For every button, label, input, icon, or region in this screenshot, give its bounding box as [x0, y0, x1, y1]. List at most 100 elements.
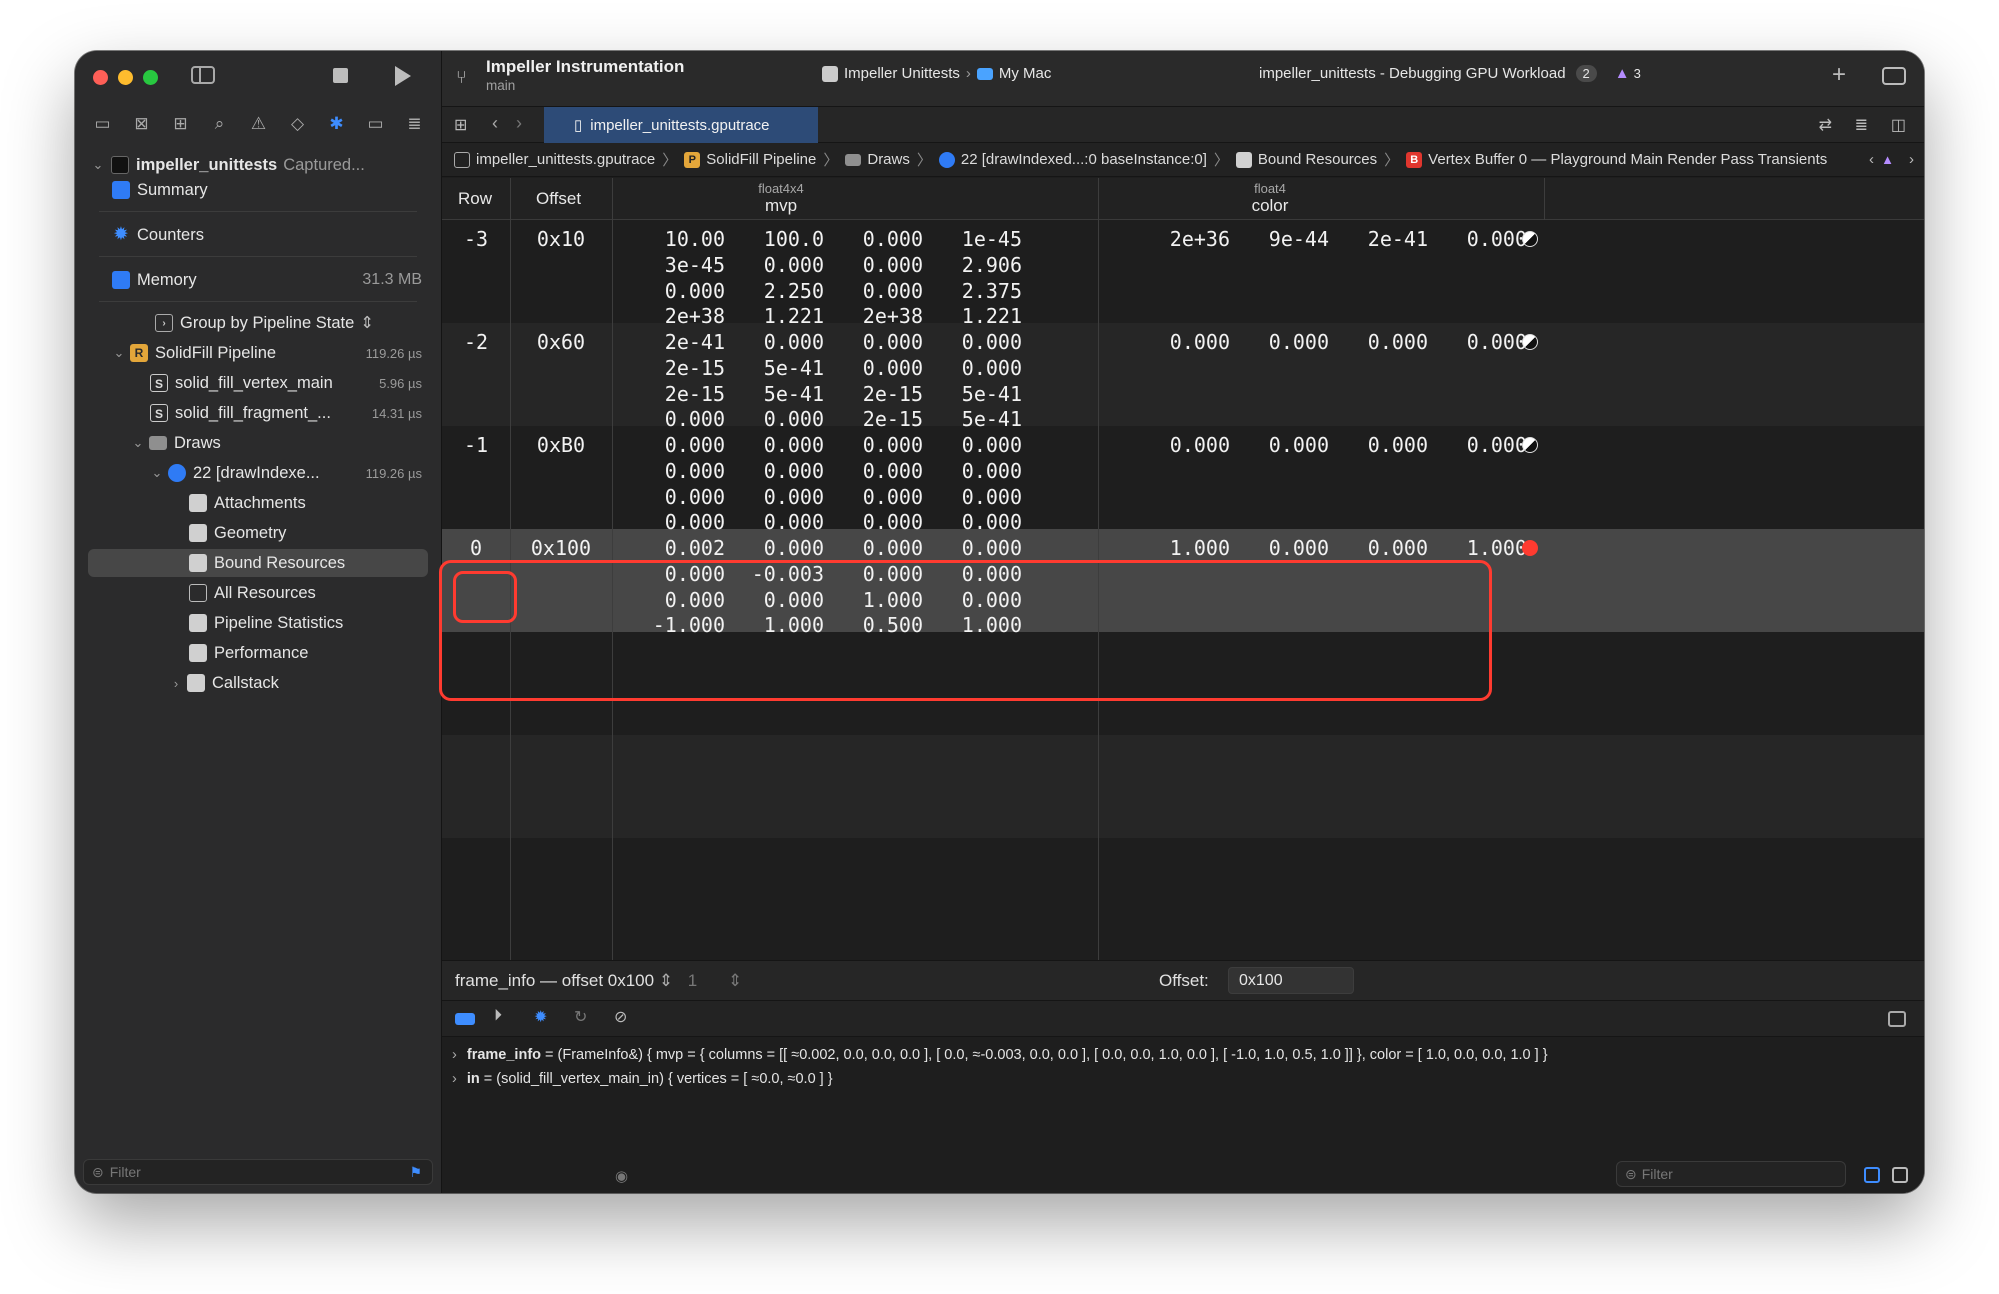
console-toggle-icon[interactable] [1888, 1011, 1906, 1027]
crumb-vertex-buffer[interactable]: B Vertex Buffer 0 — Playground Main Rend… [1406, 151, 1827, 168]
activity-badge[interactable]: 2 [1575, 65, 1597, 82]
chevron-down-icon[interactable]: ⌄ [112, 345, 126, 361]
color-swatch[interactable] [1522, 231, 1538, 247]
tab-gputrace[interactable]: ▯ impeller_unittests.gputrace [544, 107, 818, 143]
navigator-filter[interactable]: ⊜ Filter ⚑ [83, 1159, 433, 1185]
tree-item-attachments[interactable]: Attachments [189, 489, 306, 517]
inspector-toggle-icon[interactable] [1882, 67, 1906, 85]
column-header-offset[interactable]: Offset [536, 178, 581, 220]
scheme-selector[interactable]: Impeller Unittests › My Mac [822, 65, 1051, 82]
tree-item-summary[interactable]: Summary [112, 176, 208, 204]
tree-item-callstack[interactable]: › Callstack [169, 669, 279, 697]
back-icon[interactable]: ‹ [492, 113, 498, 134]
column-header-row[interactable]: Row [458, 178, 492, 220]
mvp-cell: 0.000 [862, 278, 923, 303]
tree-item-label: 22 [drawIndexe... [193, 463, 320, 482]
navigate-icon[interactable]: ⊘ [614, 1007, 627, 1027]
crumb-draw-call[interactable]: 22 [drawIndexed...:0 baseInstance:0] 〉 [938, 149, 1236, 170]
mvp-cell: 0.000 [862, 252, 923, 277]
test-icon[interactable]: ◇ [287, 114, 309, 134]
color-swatch[interactable] [1522, 334, 1538, 350]
chevron-down-icon[interactable]: ⌄ [91, 157, 105, 173]
report-icon[interactable]: ≣ [404, 114, 426, 134]
eye-icon[interactable]: ◉ [615, 1167, 628, 1185]
warning-icon[interactable]: ▲ [1881, 152, 1894, 167]
xcode-window: ▭ ⊠ ⊞ ⌕ ⚠ ◇ ✱ ▭ ≣ ⌄ impeller_unittests C… [75, 51, 1924, 1193]
swap-icon[interactable]: ⇄ [1819, 115, 1832, 135]
right-pane-icon[interactable] [1892, 1167, 1908, 1183]
minimize-window-button[interactable] [118, 70, 133, 85]
stop-icon[interactable] [333, 68, 348, 83]
attachments-icon [189, 494, 207, 512]
column-header-color[interactable]: float4 color [1048, 178, 1492, 220]
sidebar-toggle-icon[interactable] [191, 66, 215, 84]
flag-icon[interactable]: ⚑ [409, 1164, 422, 1181]
tree-item-draws[interactable]: ⌄ Draws [131, 429, 221, 457]
column-header-mvp[interactable]: float4x4 mvp [617, 178, 945, 220]
source-control-icon[interactable]: ⊠ [131, 114, 153, 134]
folder-icon[interactable]: ▭ [92, 114, 114, 134]
crumb-bound-resources[interactable]: Bound Resources 〉 [1235, 149, 1406, 170]
chevron-down-icon[interactable]: ⌄ [150, 465, 164, 481]
color-cell: 2e-41 [1367, 227, 1428, 251]
previous-issue-icon[interactable]: ‹ [1869, 151, 1874, 168]
chevron-right-icon[interactable]: › [452, 1047, 457, 1063]
console-filter[interactable]: ⊜ Filter [1616, 1161, 1846, 1187]
binding-selector[interactable]: frame_info — offset 0x100 ⇕ 1 ⇕ [455, 971, 742, 991]
tree-item-all-resources[interactable]: All Resources [189, 579, 316, 607]
crumb-draws[interactable]: Draws 〉 [845, 149, 939, 170]
group-by-pipeline-button[interactable]: › Group by Pipeline State ⇕ [155, 309, 374, 337]
tree-item-bound-resources[interactable]: Bound Resources [88, 549, 428, 577]
tree-item-memory[interactable]: Memory 31.3 MB [112, 266, 422, 294]
stepper-icon[interactable]: ⇕ [728, 971, 742, 990]
run-icon[interactable] [395, 66, 411, 86]
gpu-debug-icon[interactable]: ✹ [534, 1007, 547, 1027]
tree-item-geometry[interactable]: Geometry [189, 519, 286, 547]
tree-item-pipeline[interactable]: ⌄ R SolidFill Pipeline 119.26 µs [112, 339, 422, 367]
continue-icon[interactable]: ⏵ [494, 1007, 502, 1025]
variable-frame-info[interactable]: › frame_info = (FrameInfo&) { mvp = { co… [452, 1047, 1548, 1063]
tree-item-vertex-function[interactable]: S solid_fill_vertex_main 5.96 µs [150, 369, 422, 397]
symbol-icon[interactable]: ⊞ [170, 114, 192, 134]
color-cell: 0.000 [1466, 330, 1527, 354]
tree-item-performance[interactable]: Performance [189, 639, 308, 667]
reload-icon[interactable]: ↻ [574, 1007, 587, 1027]
breakpoint-icon[interactable]: ▭ [365, 114, 387, 134]
tree-root[interactable]: ⌄ impeller_unittests Captured... [91, 151, 365, 179]
left-pane-icon[interactable] [1864, 1167, 1880, 1183]
grid-icon[interactable]: ⊞ [454, 115, 467, 135]
warning-icon[interactable]: ▲ [1615, 65, 1630, 82]
debug-icon[interactable]: ✱ [326, 114, 348, 134]
chevron-right-icon[interactable]: › [452, 1071, 457, 1087]
offset-input[interactable] [1228, 967, 1354, 994]
add-icon[interactable]: + [1832, 61, 1846, 89]
tree-item-draw-call[interactable]: ⌄ 22 [drawIndexe... 119.26 µs [150, 459, 422, 487]
color-cell: 9e-44 [1268, 227, 1329, 251]
tree-item-counters[interactable]: ✹ Counters [112, 221, 204, 249]
mvp-cell: 0.000 [862, 433, 923, 457]
mvp-cell: 0.000 [961, 355, 1022, 380]
find-icon[interactable]: ⌕ [209, 114, 231, 134]
zoom-window-button[interactable] [143, 70, 158, 85]
forward-icon[interactable]: › [516, 113, 522, 134]
column-divider[interactable] [1544, 178, 1545, 220]
project-title[interactable]: Impeller Instrumentation [486, 57, 684, 77]
tree-item-fragment-function[interactable]: S solid_fill_fragment_... 14.31 µs [150, 399, 422, 427]
breakpoints-toggle-icon[interactable] [455, 1013, 475, 1025]
crumb-file[interactable]: impeller_unittests.gputrace 〉 [454, 149, 684, 170]
crumb-pipeline[interactable]: P SolidFill Pipeline 〉 [684, 149, 845, 170]
tree-item-label: solid_fill_vertex_main [175, 373, 333, 392]
close-window-button[interactable] [93, 70, 108, 85]
color-swatch[interactable] [1522, 437, 1538, 453]
next-issue-icon[interactable]: › [1909, 151, 1914, 168]
color-cell: 0.000 [1367, 433, 1428, 457]
split-editor-icon[interactable]: ◫ [1891, 115, 1906, 135]
color-swatch[interactable] [1522, 540, 1538, 556]
issue-icon[interactable]: ⚠ [248, 114, 270, 134]
chevron-down-icon[interactable]: ⌄ [131, 435, 145, 451]
tree-item-pipeline-statistics[interactable]: Pipeline Statistics [189, 609, 343, 637]
band [442, 838, 1924, 960]
variable-in[interactable]: › in = (solid_fill_vertex_main_in) { ver… [452, 1071, 833, 1087]
list-icon[interactable]: ≣ [1855, 115, 1868, 135]
chevron-right-icon[interactable]: › [169, 676, 183, 691]
